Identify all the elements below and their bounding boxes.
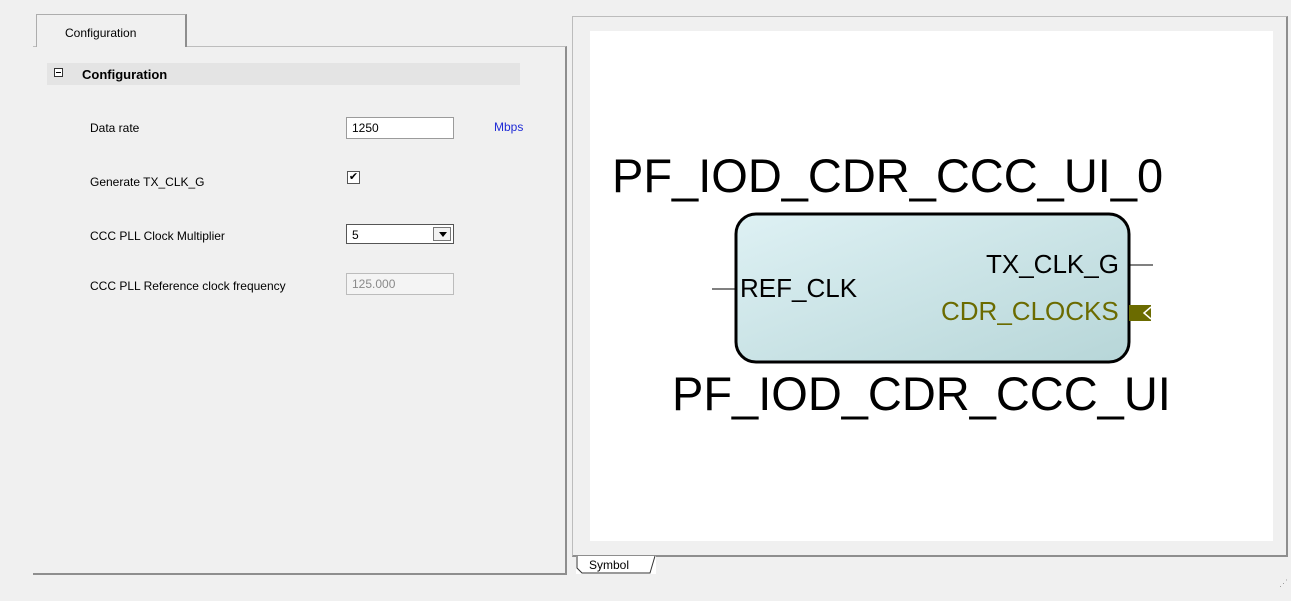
port-tx-clk-g: TX_CLK_G [986, 249, 1119, 279]
port-cdr-clocks: CDR_CLOCKS [941, 296, 1119, 326]
tab-symbol[interactable]: Symbol [576, 556, 656, 574]
port-ref-clk: REF_CLK [740, 273, 858, 303]
tab-configuration[interactable]: Configuration [36, 14, 187, 47]
cdr-clocks-bus-pin [1129, 305, 1151, 321]
tab-symbol-label: Symbol [589, 558, 630, 572]
tab-configuration-label: Configuration [65, 26, 137, 40]
instance-name: PF_IOD_CDR_CCC_UI_0 [612, 149, 1164, 202]
component-name: PF_IOD_CDR_CCC_UI [672, 367, 1171, 420]
resize-grip-icon[interactable]: ⋰ [1279, 578, 1288, 589]
